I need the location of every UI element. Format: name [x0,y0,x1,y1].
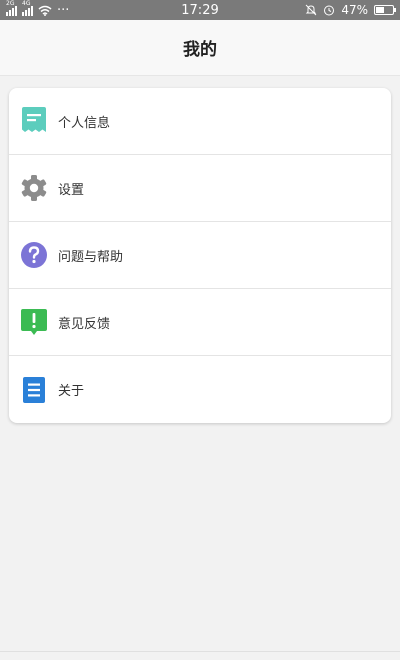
menu-item-settings[interactable]: 设置 [9,155,391,222]
title-bar: 我的 [0,20,400,76]
profile-card-icon [20,107,48,135]
status-bar: 2G 4G ··· 17:29 47% [0,0,400,20]
content-area: 个人信息 设置 问题与帮助 意见反馈 关于 [0,76,400,423]
menu-item-about[interactable]: 关于 [9,356,391,423]
menu-card: 个人信息 设置 问题与帮助 意见反馈 关于 [9,88,391,423]
signal-icon: 4G [22,0,33,16]
menu-item-label: 设置 [58,182,85,198]
battery-fill [376,7,384,13]
question-icon [20,241,48,269]
menu-item-feedback[interactable]: 意见反馈 [9,289,391,356]
alarm-clock-icon [324,5,335,16]
status-left-group: 2G 4G ··· [6,0,70,18]
menu-item-help[interactable]: 问题与帮助 [9,222,391,289]
bell-muted-icon [305,4,317,16]
more-notifications-icon: ··· [57,2,70,18]
network-type-tag: 2G [6,0,15,7]
gear-icon [20,174,48,202]
battery-percent: 47% [341,3,368,17]
battery-icon [374,5,396,15]
signal-icon: 2G [6,0,17,16]
menu-item-label: 意见反馈 [58,316,111,332]
menu-item-profile[interactable]: 个人信息 [9,88,391,155]
menu-item-label: 个人信息 [58,115,111,131]
wifi-icon [38,5,52,16]
document-icon [20,376,48,404]
feedback-icon [20,308,48,336]
bottom-divider [0,651,400,652]
menu-item-label: 关于 [58,384,85,399]
status-right-group: 47% [305,3,396,17]
menu-item-label: 问题与帮助 [58,249,124,265]
page-title: 我的 [183,40,217,60]
network-type-tag: 4G [22,0,31,7]
